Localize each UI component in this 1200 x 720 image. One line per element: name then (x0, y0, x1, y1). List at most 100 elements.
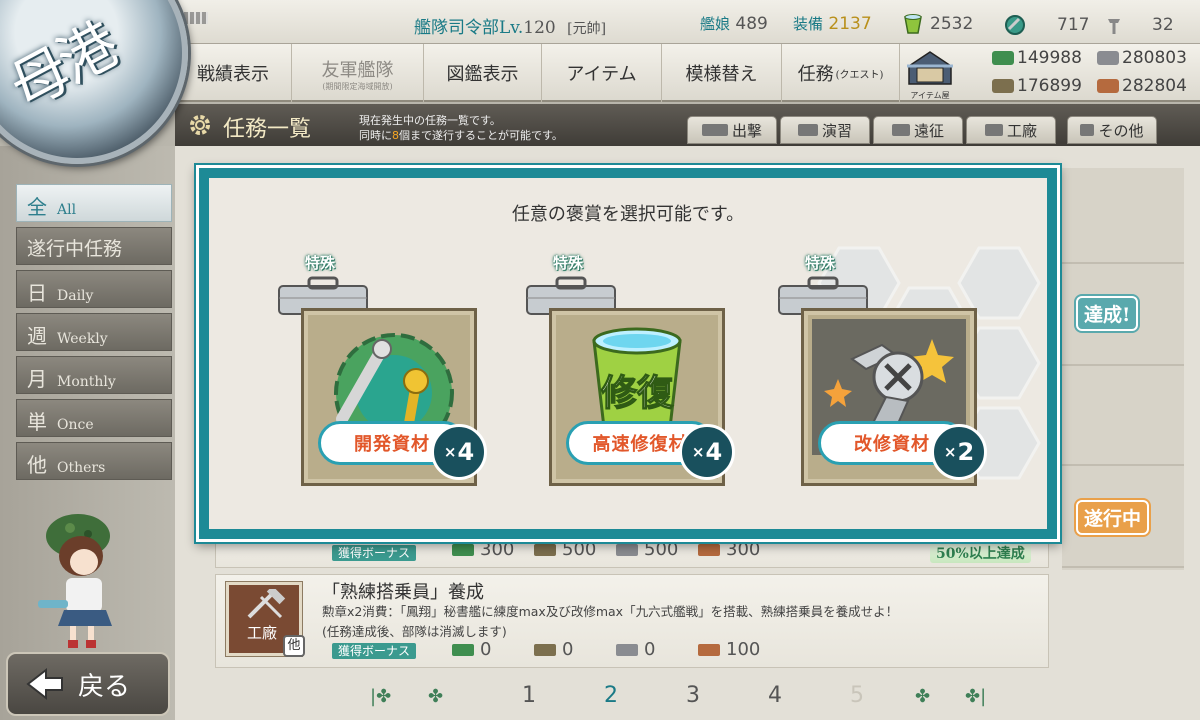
tab-sortie-label: 出撃 (731, 121, 762, 140)
dev-material-icon (1005, 15, 1025, 35)
reward-choice-development-material[interactable]: 特殊 開発資材 × 4 (275, 252, 487, 492)
filter-in-progress[interactable]: 遂行中任務 (16, 227, 172, 265)
steel-icon (616, 643, 638, 656)
page-5[interactable]: 5 (850, 683, 864, 708)
filter-monthly[interactable]: 月 Monthly (16, 356, 172, 394)
filter-weekly-kanji: 週 (27, 324, 47, 348)
hq-label: 艦隊司令部Lv. (414, 18, 524, 38)
reward-steel: 0 (616, 639, 655, 660)
filter-once[interactable]: 単 Once (16, 399, 172, 437)
nav-quest-button[interactable]: 任務 (クエスト) (782, 44, 900, 102)
reward-fuel: 0 (452, 639, 491, 660)
nav-friend-fleet-sub: (期間限定海域開放) (322, 81, 393, 91)
bauxite-icon (698, 643, 720, 656)
fuel-value: 149988 (1017, 48, 1082, 68)
reward-count-value: 4 (705, 438, 723, 466)
status-cell (1062, 368, 1184, 466)
bonus-tag: 獲得ボーナス (332, 643, 417, 659)
ammo-icon (992, 79, 1014, 93)
special-tag: 特殊 (553, 254, 584, 272)
reward-ammo-value: 500 (562, 539, 597, 560)
page-title: 任務一覧 (223, 117, 312, 142)
screw-icon (1108, 19, 1120, 34)
page-first-button[interactable]: |✤ (370, 686, 391, 707)
reward-count-value: 4 (457, 438, 475, 466)
quest-desc-line1: 現在発生中の任務一覧です。 (359, 114, 501, 127)
item-shop-button[interactable]: アイテム屋 (903, 48, 957, 100)
hammer-icon (247, 589, 286, 619)
gear-icon (190, 115, 210, 135)
reward-bauxite: 300 (698, 539, 760, 560)
nav-record-label: 戦績表示 (197, 64, 269, 85)
dialog-title: 任意の褒賞を選択可能です。 (511, 204, 745, 225)
bucket-icon (904, 14, 922, 34)
tab-arsenal-label: 工廠 (1006, 121, 1037, 140)
equip-count-value: 2137 (828, 14, 872, 34)
equip-count: 装備 2137 (793, 13, 872, 34)
back-button[interactable]: 戻る (6, 652, 170, 716)
ship-count: 艦娘 489 (700, 13, 768, 34)
tab-arsenal[interactable]: 工廠 (966, 116, 1056, 144)
nav-items-button[interactable]: アイテム (542, 44, 662, 102)
special-tag: 特殊 (305, 254, 336, 272)
status-stamp-in-progress[interactable]: 遂行中 (1076, 500, 1150, 535)
page-1[interactable]: 1 (522, 683, 536, 708)
tab-exercise[interactable]: 演習 (780, 116, 870, 144)
reward-fuel-value: 300 (480, 539, 515, 560)
expedition-icon (891, 124, 910, 136)
tab-other-label: その他 (1098, 121, 1144, 140)
filter-others[interactable]: 他 Others (16, 442, 172, 480)
reward-choice-improvement-material[interactable]: 特殊 改修資材 × 2 (775, 252, 987, 492)
secretary-avatar (38, 514, 112, 648)
reward-fuel-value: 0 (480, 639, 492, 660)
port-home-button[interactable]: 母港 (0, 0, 188, 164)
tab-sortie[interactable]: 出撃 (687, 116, 777, 144)
filter-once-kanji: 単 (27, 410, 47, 434)
filter-all-kanji: 全 (27, 195, 47, 219)
page-2[interactable]: 2 (604, 683, 618, 708)
nav-items-label: アイテム (566, 64, 637, 85)
equip-count-label: 装備 (793, 15, 824, 33)
page-last-button[interactable]: ✤| (965, 686, 986, 707)
ammo-icon (534, 643, 556, 656)
nav-record-button[interactable]: 戦績表示 (175, 44, 292, 102)
filter-others-en: Others (57, 460, 106, 476)
reward-ammo-value: 0 (562, 639, 574, 660)
screw-count-value: 32 (1152, 15, 1174, 35)
filter-daily[interactable]: 日 Daily (16, 270, 172, 308)
nav-quest-label: 任務 (797, 64, 834, 85)
tab-exercise-label: 演習 (821, 121, 852, 140)
reward-count-badge: × 4 (431, 424, 487, 480)
page-4[interactable]: 4 (768, 683, 782, 708)
quest-desc-post: 個まで遂行することが可能です。 (399, 129, 563, 142)
reward-ammo: 0 (534, 639, 573, 660)
quest-limit-number: 8 (392, 129, 399, 142)
reward-choice-instant-repair[interactable]: 特殊 修復 高速修復材 × 4 (523, 252, 735, 492)
page-3[interactable]: 3 (686, 683, 700, 708)
nav-encyclopedia-button[interactable]: 図鑑表示 (424, 44, 542, 102)
filter-in-progress-kanji: 遂行中任務 (27, 238, 123, 260)
nav-furniture-label: 模様替え (685, 64, 758, 85)
nav-friend-fleet-button[interactable]: 友軍艦隊 (期間限定海域開放) (292, 44, 424, 102)
arsenal-icon (984, 124, 1003, 136)
filter-all[interactable]: 全 All (16, 184, 172, 222)
item-shop-label: アイテム屋 (910, 91, 950, 100)
nav-furniture-button[interactable]: 模様替え (662, 44, 782, 102)
status-stamp-complete[interactable]: 達成! (1076, 296, 1139, 331)
filter-all-en: All (57, 202, 77, 218)
filter-others-kanji: 他 (27, 453, 47, 477)
hq-level: 艦隊司令部Lv.120 [元帥] (414, 13, 606, 38)
fuel-icon (452, 543, 474, 556)
progress-rate-badge: 50%以上達成 (930, 543, 1031, 563)
filter-weekly[interactable]: 週 Weekly (16, 313, 172, 351)
tab-expedition[interactable]: 遠征 (873, 116, 963, 144)
quest-title-bar: 任務一覧 現在発生中の任務一覧です。 同時に8個まで遂行することが可能です。 出… (175, 104, 1200, 146)
page-prev-button[interactable]: ✤ (428, 686, 443, 707)
ammo-resource: 176899 (992, 76, 1082, 96)
reward-count-value: 2 (957, 438, 975, 466)
page-next-button[interactable]: ✤ (915, 686, 930, 707)
tab-other[interactable]: その他 (1067, 116, 1157, 144)
reward-selection-panel: 任意の褒賞を選択可能です。 特殊 開発資材 × 4 特殊 修復 高速修復材 × … (209, 178, 1047, 529)
nav-friend-fleet-label: 友軍艦隊 (321, 59, 394, 81)
reward-steel-value: 500 (644, 539, 679, 560)
